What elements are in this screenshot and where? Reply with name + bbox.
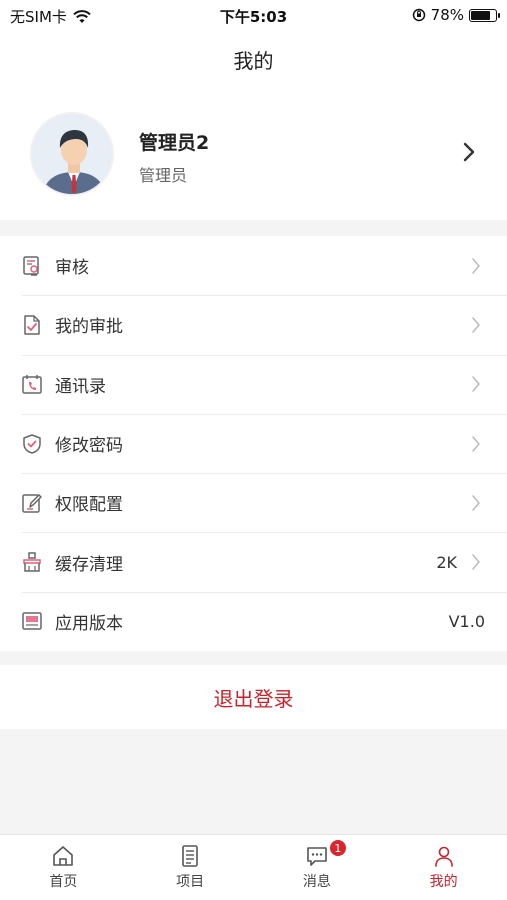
status-bar: 无SIM卡 下午5:03 78% (0, 0, 507, 30)
unread-badge: 1 (328, 839, 347, 857)
logout-button[interactable]: 退出登录 (0, 665, 507, 729)
tab-label: 我的 (429, 874, 458, 890)
contacts-icon (22, 375, 42, 394)
chevron-right-icon (472, 554, 480, 570)
tab-mine[interactable]: 我的 (380, 835, 507, 900)
app-version-value: V1.0 (448, 611, 485, 631)
user-icon (434, 846, 453, 867)
menu-label: 审核 (55, 258, 89, 279)
menu-label: 权限配置 (55, 495, 123, 516)
battery-icon (469, 8, 500, 22)
avatar-person-icon (32, 114, 112, 194)
avatar (30, 112, 114, 196)
cache-size-value: 2K (436, 552, 457, 572)
tab-label: 消息 (302, 874, 331, 890)
nav-bar: 我的 (0, 30, 507, 88)
menu-label: 我的审批 (55, 317, 123, 338)
tab-label: 首页 (49, 874, 78, 890)
menu-item-app-version: 应用版本 V1.0 (0, 591, 507, 651)
menu-label: 修改密码 (55, 436, 123, 457)
battery-percent: 78% (430, 6, 464, 24)
menu-item-permissions[interactable]: 权限配置 (0, 473, 507, 532)
chevron-right-icon (472, 376, 480, 392)
shield-icon (23, 433, 41, 454)
message-icon (307, 847, 327, 866)
battery-fill (471, 10, 490, 20)
document-icon (182, 845, 198, 867)
menu-item-audit[interactable]: 审核 (0, 236, 507, 295)
tab-label: 项目 (176, 874, 205, 890)
tab-bar: 首页 项目 1 消息 我的 (0, 834, 507, 900)
menu-item-change-password[interactable]: 修改密码 (0, 413, 507, 473)
chevron-right-icon (472, 495, 480, 511)
audit-icon (23, 255, 39, 276)
menu-label: 通讯录 (55, 376, 106, 397)
chevron-right-icon (472, 435, 480, 452)
profile-name: 管理员2 (139, 132, 210, 154)
home-icon (53, 846, 74, 866)
tab-projects[interactable]: 项目 (127, 835, 254, 900)
status-right: 78% (412, 6, 500, 24)
menu-item-my-approvals[interactable]: 我的审批 (0, 295, 507, 354)
tab-home[interactable]: 首页 (0, 835, 127, 900)
profile-role: 管理员 (139, 166, 188, 185)
edit-icon (22, 494, 42, 513)
orientation-lock-icon (412, 8, 425, 22)
page-title: 我的 (233, 48, 274, 73)
menu-label: 缓存清理 (55, 554, 123, 575)
menu-label: 应用版本 (55, 613, 123, 634)
chevron-right-icon (472, 317, 480, 333)
logout-label: 退出登录 (213, 686, 294, 711)
broom-icon (23, 552, 41, 572)
menu-item-clear-cache[interactable]: 缓存清理 2K (0, 532, 507, 591)
chevron-right-icon[interactable] (461, 140, 477, 164)
menu-item-contacts[interactable]: 通讯录 (0, 354, 507, 414)
approval-icon (24, 315, 40, 335)
profile-card[interactable]: 管理员2 管理员 (0, 88, 507, 220)
version-icon (22, 612, 42, 631)
tab-messages[interactable]: 1 消息 (254, 835, 381, 900)
chevron-right-icon (472, 257, 480, 274)
settings-menu: 审核 我的审批 通讯录 修改密码 权限配置 缓存清理 2K 应用版本 V1.0 (0, 236, 507, 652)
